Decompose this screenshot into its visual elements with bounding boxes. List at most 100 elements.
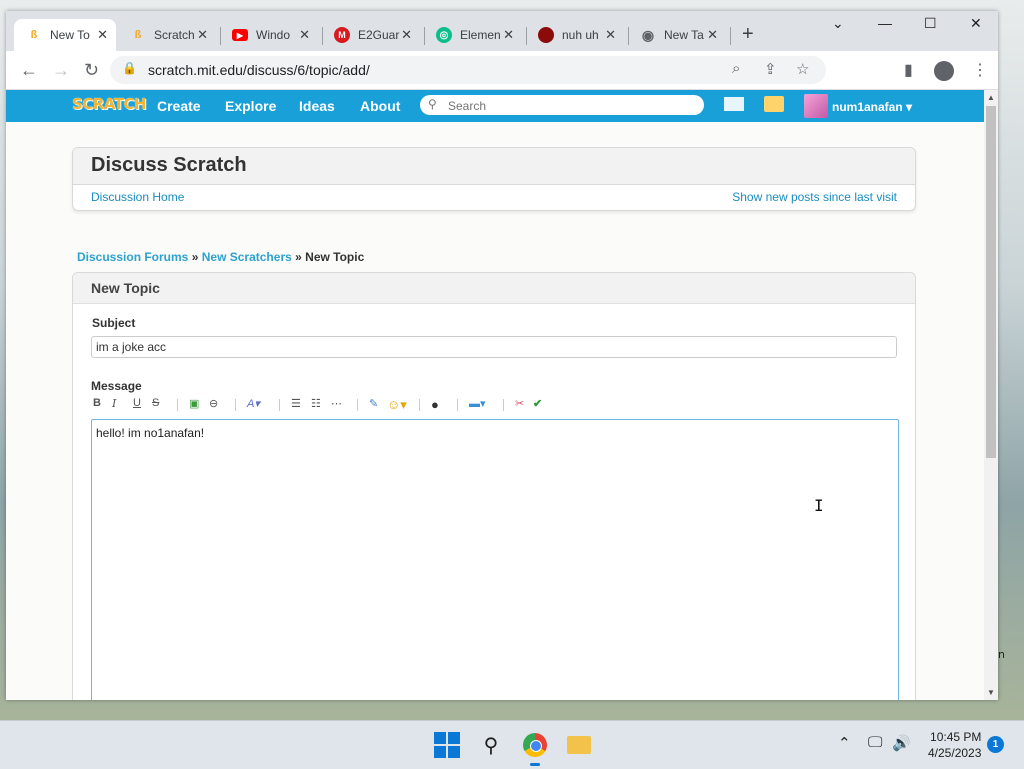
nav-about-link[interactable]: About [360,98,400,114]
page-content: SCRATCH Create Explore Ideas About ⚲ num… [6,90,984,700]
chrome-taskbar-icon[interactable] [521,731,549,759]
close-tab-icon[interactable]: ✕ [197,27,208,43]
scroll-down-icon[interactable]: ▼ [987,688,995,697]
my-stuff-folder-icon[interactable] [764,96,784,112]
tab-youtube[interactable]: ▶ Windo ✕ [220,19,318,51]
form-header: New Topic [73,273,915,304]
clock-time: 10:45 PM [930,730,982,744]
close-tab-icon[interactable]: ✕ [707,27,718,43]
tab-title: E2Guar [358,28,400,42]
close-tab-icon[interactable]: ✕ [503,27,514,43]
tab-title: nuh uh [562,28,599,42]
tab-title: New Ta [664,28,704,42]
scrollbar-thumb[interactable] [986,106,996,458]
tab-title: Elemen [460,28,501,42]
minimize-icon[interactable]: — [878,15,892,31]
network-icon[interactable]: 🖵 [868,734,882,751]
nav-create-link[interactable]: Create [157,98,201,114]
tab-new-topic[interactable]: ß New To ✕ [14,19,116,51]
smiley-icon[interactable]: ☺▾ [387,397,407,413]
volume-icon[interactable]: 🔊 [892,734,911,752]
tab-search-chevron-icon[interactable]: ⌄ [832,15,844,32]
bold-button[interactable]: B [93,397,101,409]
subject-label: Subject [92,316,136,330]
element-icon: ◎ [436,27,452,43]
reload-icon[interactable]: ↻ [84,60,99,81]
strikethrough-button[interactable]: S [152,397,159,409]
chevron-up-icon[interactable]: ⌃ [838,734,851,752]
lock-icon: 🔒 [122,61,137,75]
scratch-logo[interactable]: SCRATCH [72,95,147,113]
italic-button[interactable]: I [112,397,116,410]
tab-nuh-uh[interactable]: nuh uh ✕ [526,19,624,51]
browser-window: ß New To ✕ ß Scratch ✕ ▶ Windo ✕ M E2Gua… [6,11,998,700]
page-scrollbar[interactable]: ▲ ▼ [984,90,998,700]
clean-icon[interactable]: ✂ [515,397,524,410]
tab-scratch[interactable]: ß Scratch ✕ [118,19,216,51]
red-circle-icon [538,27,554,43]
close-tab-icon[interactable]: ✕ [97,27,108,43]
messages-envelope-icon[interactable] [724,97,744,111]
numbered-list-icon[interactable]: ☷ [311,397,321,410]
close-tab-icon[interactable]: ✕ [401,27,412,43]
tab-element[interactable]: ◎ Elemen ✕ [424,19,522,51]
message-label: Message [91,379,142,393]
menu-kebab-icon[interactable]: ⋮ [972,60,988,80]
toolbar-separator [419,399,420,411]
zoom-icon[interactable]: ⌕ [732,60,740,77]
search-input[interactable] [446,97,700,115]
bookmark-star-icon[interactable]: ☆ [796,60,809,78]
close-tab-icon[interactable]: ✕ [605,27,616,43]
share-icon[interactable]: ⇪ [764,60,777,78]
maximize-icon[interactable]: ☐ [924,15,937,32]
toolbar-separator [357,399,358,411]
tab-new-tab[interactable]: ◉ New Ta ✕ [628,19,726,51]
search-icon[interactable]: ⚲ [477,731,505,759]
scratch-navbar: SCRATCH Create Explore Ideas About ⚲ num… [6,90,984,122]
tab-title: New To [50,28,90,42]
notification-badge[interactable]: 1 [987,736,1004,753]
close-window-icon[interactable]: ✕ [970,15,982,32]
nav-ideas-link[interactable]: Ideas [299,98,335,114]
toolbar-separator [457,399,458,411]
youtube-icon: ▶ [232,29,248,41]
image-icon[interactable]: ▣ [189,397,199,410]
tab-separator [730,27,731,45]
toolbar-separator [177,399,178,411]
new-tab-button[interactable]: + [742,23,754,46]
username-menu[interactable]: num1anafan ▾ [832,100,912,114]
scratch-block-icon[interactable]: ▬▾ [469,397,486,410]
side-panel-icon[interactable]: ▮ [904,60,913,80]
scratch-cat-icon: ß [30,29,38,41]
chrome-icon: ◉ [641,26,655,43]
scroll-up-icon[interactable]: ▲ [987,93,995,102]
underline-button[interactable]: U [133,397,141,409]
scratchblocks-icon[interactable]: ✎ [369,397,378,410]
tab-e2guardian[interactable]: M E2Guar ✕ [322,19,420,51]
list-item-icon[interactable]: ⋯ [331,397,342,410]
breadcrumb-category-link[interactable]: New Scratchers [202,250,292,264]
globe-icon[interactable]: ● [431,397,439,412]
back-arrow-icon[interactable]: ← [20,60,38,81]
forward-arrow-icon[interactable]: → [52,60,70,81]
toolbar-separator [503,399,504,411]
address-bar[interactable]: 🔒 scratch.mit.edu/discuss/6/topic/add/ ⌕… [110,56,826,84]
chevron-down-icon: ▾ [906,100,913,114]
scratch-search-box: ⚲ [420,95,704,115]
close-tab-icon[interactable]: ✕ [299,27,310,43]
nav-explore-link[interactable]: Explore [225,98,276,114]
message-textarea[interactable]: hello! im no1anafan! [91,419,899,700]
new-posts-link[interactable]: Show new posts since last visit [732,190,897,204]
clock[interactable]: 10:45 PM 4/25/2023 [928,729,981,761]
link-icon[interactable]: ⊖ [209,397,218,410]
windows-start-icon[interactable] [433,731,461,759]
bullet-list-icon[interactable]: ☰ [291,397,301,410]
discussion-home-link[interactable]: Discussion Home [91,190,184,204]
subject-input[interactable] [91,336,897,358]
preview-check-icon[interactable]: ✔ [533,397,542,410]
file-explorer-icon[interactable] [565,731,593,759]
user-avatar[interactable] [804,94,828,118]
profile-avatar-icon[interactable] [934,61,954,81]
breadcrumb-forums-link[interactable]: Discussion Forums [77,250,188,264]
font-color-icon[interactable]: A▾ [247,397,260,410]
